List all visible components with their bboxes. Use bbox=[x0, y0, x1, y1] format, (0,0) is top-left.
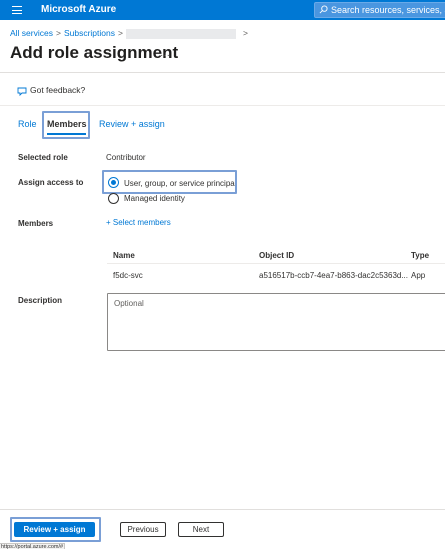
selected-role-value: Contributor bbox=[106, 153, 146, 162]
page-title: Add role assignment bbox=[10, 43, 179, 62]
selected-role-label: Selected role bbox=[18, 153, 68, 162]
divider bbox=[0, 105, 445, 106]
brand-title[interactable]: Microsoft Azure bbox=[41, 4, 116, 15]
table-divider bbox=[107, 263, 445, 264]
breadcrumb-redacted-subscription[interactable] bbox=[125, 28, 236, 39]
select-members-link[interactable]: + Select members bbox=[106, 218, 171, 227]
feedback-icon bbox=[17, 87, 27, 96]
column-header-object-id[interactable]: Object ID bbox=[259, 251, 294, 260]
previous-button[interactable]: Previous bbox=[120, 522, 166, 537]
breadcrumb: All services > Subscriptions > > bbox=[10, 28, 251, 39]
search-input[interactable]: Search resources, services, and docs bbox=[314, 2, 445, 18]
status-url: https://portal.azure.com/# bbox=[0, 543, 66, 549]
assign-access-label: Assign access to bbox=[18, 178, 84, 187]
search-placeholder: Search resources, services, and docs bbox=[331, 5, 445, 15]
description-label: Description bbox=[18, 296, 63, 305]
breadcrumb-separator: > bbox=[242, 28, 248, 38]
column-header-name[interactable]: Name bbox=[113, 251, 135, 260]
radio-highlight bbox=[102, 170, 237, 194]
table-cell-type: App bbox=[411, 271, 426, 280]
radio-label-managed-identity[interactable]: Managed identity bbox=[124, 194, 185, 203]
table-cell-name: f5dc-svc bbox=[113, 271, 143, 280]
divider bbox=[0, 72, 445, 73]
table-cell-object-id: a516517b-ccb7-4ea7-b863-dac2c5363d... bbox=[259, 271, 409, 280]
feedback-label: Got feedback? bbox=[30, 85, 86, 95]
review-assign-highlight bbox=[10, 517, 101, 542]
description-placeholder: Optional bbox=[114, 299, 144, 308]
menu-icon[interactable] bbox=[12, 6, 22, 14]
tab-role[interactable]: Role bbox=[18, 119, 37, 129]
feedback-link[interactable]: Got feedback? bbox=[17, 85, 85, 96]
tab-review-assign[interactable]: Review + assign bbox=[99, 119, 165, 129]
search-icon bbox=[319, 5, 328, 14]
tab-members-highlight bbox=[42, 111, 90, 139]
more-options-button[interactable]: ··· bbox=[160, 50, 170, 61]
members-label: Members bbox=[18, 219, 54, 228]
description-textarea[interactable]: Optional bbox=[107, 293, 445, 351]
divider bbox=[0, 509, 445, 510]
column-header-type[interactable]: Type bbox=[411, 251, 429, 260]
breadcrumb-separator: > bbox=[117, 28, 123, 38]
next-button[interactable]: Next bbox=[178, 522, 224, 537]
breadcrumb-separator: > bbox=[55, 28, 61, 38]
top-bar: Microsoft Azure Search resources, servic… bbox=[0, 0, 445, 20]
breadcrumb-subscriptions[interactable]: Subscriptions bbox=[64, 28, 115, 38]
breadcrumb-all-services[interactable]: All services bbox=[10, 28, 53, 38]
radio-managed-identity[interactable] bbox=[108, 193, 119, 204]
